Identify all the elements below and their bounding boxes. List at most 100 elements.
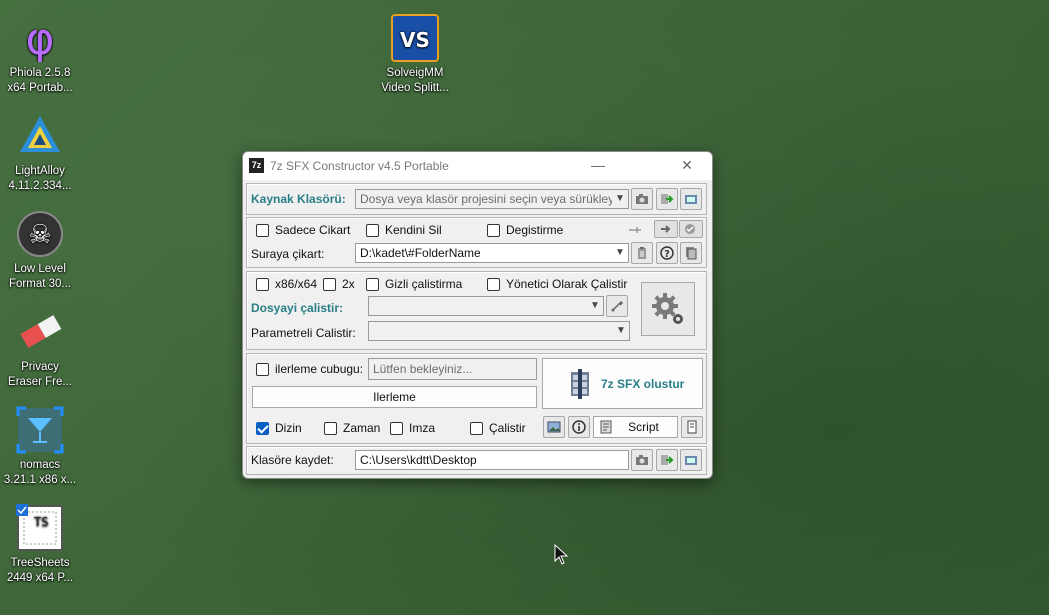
2x-checkbox[interactable] — [323, 278, 336, 291]
create-sfx-button[interactable]: 7z SFX olustur — [542, 358, 703, 409]
desktop-icon-label: Low Level — [14, 263, 66, 275]
sfx-constructor-window: 7z 7z SFX Constructor v4.5 Portable — ✕ … — [242, 151, 713, 479]
import-button[interactable] — [656, 188, 678, 210]
time-label: Zaman — [343, 421, 381, 435]
progress-bar-label: ilerleme cubugu: — [275, 362, 364, 376]
treesheets-icon: TS — [16, 504, 64, 552]
signature-label: Imza — [409, 421, 436, 435]
run-file-combo[interactable]: ▼ — [368, 296, 604, 316]
run-as-admin-checkbox[interactable] — [487, 278, 500, 291]
app-icon: 7z — [249, 158, 264, 173]
time-checkbox[interactable] — [324, 422, 337, 435]
save-folder-label: Klasöre kaydet: — [251, 453, 334, 467]
script-icon — [600, 420, 612, 434]
self-delete-checkbox[interactable] — [366, 224, 379, 237]
self-delete-label: Kendini Sil — [385, 223, 442, 237]
clipboard-button[interactable] — [631, 242, 653, 264]
check-button[interactable] — [679, 220, 703, 238]
svg-text:☠: ☠ — [28, 220, 51, 250]
progress-button[interactable]: Ilerleme — [252, 386, 537, 408]
paths-button[interactable] — [680, 242, 702, 264]
arrow-right-icon — [661, 194, 674, 204]
extract-panel: Sadece Cikart Kendini Sil Degistirme Sur… — [246, 217, 707, 268]
run-panel: x86/x64 2x Gizli çalistirma Yönetici Ola… — [246, 271, 707, 350]
x86-x64-label: x86/x64 — [275, 277, 318, 291]
signature-checkbox[interactable] — [390, 422, 403, 435]
desktop-icon-label: Video Splitt... — [381, 82, 449, 94]
create-sfx-label: 7z SFX olustur — [601, 377, 685, 391]
desktop-icon-label: Eraser Fre... — [8, 376, 72, 388]
desktop-icon-lightalloy[interactable]: LightAlloy 4.11.2.334... — [0, 112, 80, 194]
source-panel: Kaynak Klasörü: Dosya veya klasör projes… — [246, 183, 707, 215]
solveigmm-icon: VS — [391, 14, 439, 62]
hidden-run-checkbox[interactable] — [366, 278, 379, 291]
save-folder-button[interactable] — [680, 449, 702, 471]
clipboard-icon — [638, 247, 646, 259]
eraser-icon — [16, 308, 64, 356]
help-button[interactable]: ? — [656, 242, 678, 264]
dir-checkbox[interactable] — [256, 422, 269, 435]
image-button[interactable] — [543, 416, 565, 438]
desktop-icon-label: x64 Portab... — [7, 82, 73, 94]
chevron-down-icon: ▼ — [612, 190, 628, 208]
dir-label: Dizin — [275, 421, 302, 435]
run-file-label: Dosyayi çalistir: — [251, 301, 344, 315]
no-overwrite-label: Degistirme — [506, 223, 564, 237]
svg-text:?: ? — [664, 249, 670, 260]
progress-text-placeholder: Lütfen bekleyiniz... — [373, 362, 473, 376]
save-browse-button[interactable] — [631, 449, 653, 471]
chevron-down-icon: ▼ — [587, 297, 603, 315]
run-params-combo[interactable]: ▼ — [368, 321, 630, 341]
phiola-icon: φ — [16, 14, 64, 65]
desktop-icon-label: 3.21.1 x86 x... — [3, 474, 77, 486]
script-button[interactable]: Script — [593, 416, 678, 438]
info-button[interactable] — [568, 416, 590, 438]
progress-text-input[interactable]: Lütfen bekleyiniz... — [368, 358, 537, 380]
desktop-icon-nomacs[interactable]: nomacs 3.21.1 x86 x... — [0, 406, 80, 488]
save-panel: Klasöre kaydet: C:\Users\kdtt\Desktop — [246, 446, 707, 475]
run-label: Çalistir — [489, 421, 526, 435]
save-folder-input[interactable]: C:\Users\kdtt\Desktop — [355, 450, 629, 470]
progress-bar-checkbox[interactable] — [256, 363, 269, 376]
desktop-icon-treesheets[interactable]: TS TreeSheets 2449 x64 P... — [0, 504, 80, 586]
browse-folder-button[interactable] — [631, 188, 653, 210]
open-project-button[interactable] — [680, 188, 702, 210]
close-button[interactable]: ✕ — [664, 152, 710, 180]
desktop-icon-privacy-eraser[interactable]: Privacy Eraser Fre... — [0, 308, 80, 390]
window-title: 7z SFX Constructor v4.5 Portable — [270, 159, 449, 173]
source-combo[interactable]: Dosya veya klasör projesini seçin veya s… — [355, 189, 629, 209]
run-file-browse-button[interactable] — [606, 295, 628, 317]
desktop-icon-phiola[interactable]: φ Phiola 2.5.8 x64 Portab... — [0, 14, 80, 96]
desktop-icon-label: LightAlloy — [15, 165, 65, 177]
desktop-icon-solveigmm[interactable]: VS SolveigMM Video Splitt... — [375, 14, 455, 96]
settings-button[interactable] — [641, 282, 695, 336]
chevron-down-icon: ▼ — [612, 244, 628, 262]
skull-icon: ☠ — [16, 210, 64, 258]
no-overwrite-checkbox[interactable] — [487, 224, 500, 237]
next-button[interactable] — [654, 220, 678, 238]
desktop-icon-label: Format 30... — [9, 278, 71, 290]
desktop-icon-label: nomacs — [19, 459, 61, 471]
nomacs-icon — [16, 406, 64, 454]
document-icon — [687, 420, 697, 434]
svg-text:φ: φ — [25, 14, 54, 62]
title-bar[interactable]: 7z 7z SFX Constructor v4.5 Portable — ✕ — [243, 152, 712, 180]
archive-icon — [571, 369, 589, 399]
preview-button[interactable] — [681, 416, 703, 438]
minimize-button[interactable]: — — [575, 152, 621, 180]
run-checkbox[interactable] — [470, 422, 483, 435]
desktop-icon-lowlevel[interactable]: ☠ Low Level Format 30... — [0, 210, 80, 292]
x86-x64-checkbox[interactable] — [256, 278, 269, 291]
desktop-icon-label: TreeSheets — [10, 557, 70, 569]
pin-icon[interactable] — [627, 224, 643, 236]
run-params-label: Parametreli Calistir: — [251, 326, 356, 340]
svg-text:TS: TS — [34, 515, 48, 529]
progress-panel: ilerleme cubugu: Lütfen bekleyiniz... Il… — [246, 353, 707, 444]
folder-camera-icon — [636, 455, 648, 465]
folder-icon — [685, 456, 697, 465]
help-icon: ? — [660, 246, 674, 260]
script-label: Script — [628, 420, 659, 434]
extract-path-combo[interactable]: D:\kadet\#FolderName ▼ — [355, 243, 629, 263]
extract-only-checkbox[interactable] — [256, 224, 269, 237]
save-open-button[interactable] — [656, 449, 678, 471]
